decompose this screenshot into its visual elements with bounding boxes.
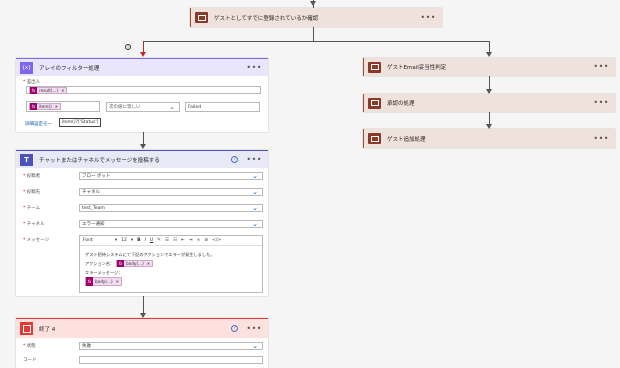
font-size-select[interactable]: 12: [121, 238, 127, 243]
expression-chip[interactable]: fx result(...) ✕: [29, 86, 68, 94]
tooltip: item()?['Status']: [59, 118, 102, 127]
card-title: チャットまたはチャネルでメッセージを投稿する: [39, 157, 160, 164]
function-icon: fx: [30, 86, 37, 94]
font-select[interactable]: Font: [83, 238, 93, 243]
chevron-down-icon: ⌄: [252, 172, 258, 180]
chevron-down-icon[interactable]: ▾: [115, 238, 117, 243]
chevron-down-icon: ⌄: [252, 220, 258, 228]
filter-array-card[interactable]: {x} アレイのフィルター処理 ••• * 差出人 fx result(...) ✕…: [16, 58, 268, 132]
status-select[interactable]: 失敗 ⌄: [79, 342, 263, 350]
post-message-card[interactable]: T チャットまたはチャネルでメッセージを投稿する ? ••• * 投稿者 フロー…: [16, 150, 268, 296]
remove-icon[interactable]: ✕: [55, 104, 58, 109]
connector-arrow: [310, 1, 316, 6]
remove-icon[interactable]: ✕: [147, 261, 150, 266]
help-icon[interactable]: ?: [231, 156, 239, 163]
poster-select[interactable]: フロー ボット ⌄: [79, 172, 263, 180]
connector-line: [143, 296, 144, 314]
status-label: 状態: [26, 344, 36, 349]
italic-icon[interactable]: I: [145, 238, 146, 243]
unlink-icon[interactable]: ⊘: [204, 238, 208, 243]
bold-icon[interactable]: B: [137, 238, 140, 243]
action-icon: [368, 97, 381, 109]
terminate-card[interactable]: 終了 4 ? ••• * 状態 失敗 ⌄ コード: [16, 318, 268, 368]
message-line: エラーメッセージ：: [85, 270, 123, 275]
branch-line: [143, 41, 489, 42]
code-input[interactable]: [79, 356, 263, 364]
message-editor[interactable]: Font ▾ 12 ▾ B I U ✎ ☰ ☷ ⇤ ⇥ ∞ ⊘ </> ゲスト招…: [79, 235, 263, 293]
team-select[interactable]: test_Team ⌄: [79, 204, 263, 212]
card-title: 終了 4: [39, 326, 56, 333]
chevron-down-icon[interactable]: ▾: [131, 238, 133, 243]
connector-arrow: [140, 144, 146, 149]
connector-arrow: [486, 52, 492, 57]
teams-icon: T: [20, 153, 33, 166]
more-options-icon[interactable]: •••: [593, 63, 609, 71]
function-icon: fx: [30, 103, 37, 110]
action-icon: [195, 12, 208, 23]
underline-icon[interactable]: U: [150, 238, 153, 243]
advanced-mode-link[interactable]: 詳細設定モー: [25, 121, 52, 127]
action-title: ゲストEmail妥当性判定: [387, 65, 447, 71]
filter-icon: {x}: [20, 61, 33, 74]
chevron-down-icon: ⌄: [169, 103, 175, 111]
action-title: 承認の処理: [387, 101, 415, 107]
chevron-down-icon: ⌄: [252, 342, 258, 350]
message-line: ゲスト招待システムにて下記のアクションでエラーが発生しました。: [85, 252, 215, 257]
action-add-guest[interactable]: ゲスト追加処理 •••: [363, 129, 615, 148]
team-label: チーム: [26, 206, 41, 211]
connector-line: [313, 27, 314, 42]
terminate-icon: [20, 322, 33, 335]
action-icon: [368, 133, 381, 144]
from-input[interactable]: fx result(...) ✕: [26, 86, 261, 94]
channel-label: チャネル: [26, 222, 45, 227]
more-options-icon[interactable]: •••: [593, 99, 609, 107]
function-icon: fx: [117, 260, 125, 267]
action-email-validation[interactable]: ゲストEmail妥当性判定 •••: [363, 58, 615, 76]
connector-arrow: [140, 52, 146, 57]
expression-chip[interactable]: fx item() ✕: [29, 103, 62, 110]
condition-left-input[interactable]: fx item() ✕: [26, 101, 100, 112]
function-icon: fx: [86, 277, 93, 286]
expression-chip[interactable]: fx body(...) ✕: [85, 277, 122, 286]
remove-icon[interactable]: ✕: [61, 88, 64, 93]
channel-select[interactable]: エラー通知 ⌄: [79, 220, 263, 228]
link-icon[interactable]: ∞: [197, 238, 201, 243]
from-label: 差出人: [26, 80, 41, 85]
action-title: ゲスト追加処理: [387, 136, 426, 143]
code-view-icon[interactable]: </>: [212, 238, 221, 243]
indent-decrease-icon[interactable]: ⇤: [181, 238, 185, 243]
condition-value-input[interactable]: Failed: [185, 102, 260, 112]
numbered-list-icon[interactable]: ☷: [173, 238, 177, 243]
more-options-icon[interactable]: •••: [420, 13, 436, 22]
info-icon[interactable]: !: [125, 44, 131, 50]
bullet-list-icon[interactable]: ☰: [165, 238, 169, 243]
chevron-down-icon: ⌄: [252, 188, 258, 196]
card-title: アレイのフィルター処理: [39, 65, 100, 72]
action-approval[interactable]: 承認の処理 •••: [363, 94, 615, 112]
operator-select[interactable]: 次の値に等しい ⌄: [106, 102, 180, 112]
editor-toolbar: Font ▾ 12 ▾ B I U ✎ ☰ ☷ ⇤ ⇥ ∞ ⊘ </>: [80, 236, 262, 246]
more-options-icon[interactable]: •••: [246, 324, 262, 333]
indent-increase-icon[interactable]: ⇥: [189, 238, 193, 243]
more-options-icon[interactable]: •••: [593, 134, 609, 143]
message-label: メッセージ: [26, 238, 50, 243]
chevron-down-icon: ⌄: [252, 204, 258, 212]
action-title: ゲストとしてすでに登録されているか確認: [214, 15, 319, 22]
more-options-icon[interactable]: •••: [246, 155, 262, 164]
message-line: アクション名：: [85, 260, 115, 266]
post-in-label: 投稿先: [26, 190, 41, 195]
poster-label: 投稿者: [26, 174, 41, 179]
code-label: コード: [23, 358, 37, 363]
pen-icon[interactable]: ✎: [157, 238, 161, 243]
action-check-guest[interactable]: ゲストとしてすでに登録されているか確認 •••: [190, 8, 442, 27]
post-in-select[interactable]: チャネル ⌄: [79, 188, 263, 196]
more-options-icon[interactable]: •••: [246, 63, 262, 72]
remove-icon[interactable]: ✕: [116, 279, 119, 284]
expression-chip[interactable]: fx body(...) ✕: [116, 260, 154, 267]
help-icon[interactable]: ?: [231, 325, 239, 332]
action-icon: [368, 61, 381, 73]
